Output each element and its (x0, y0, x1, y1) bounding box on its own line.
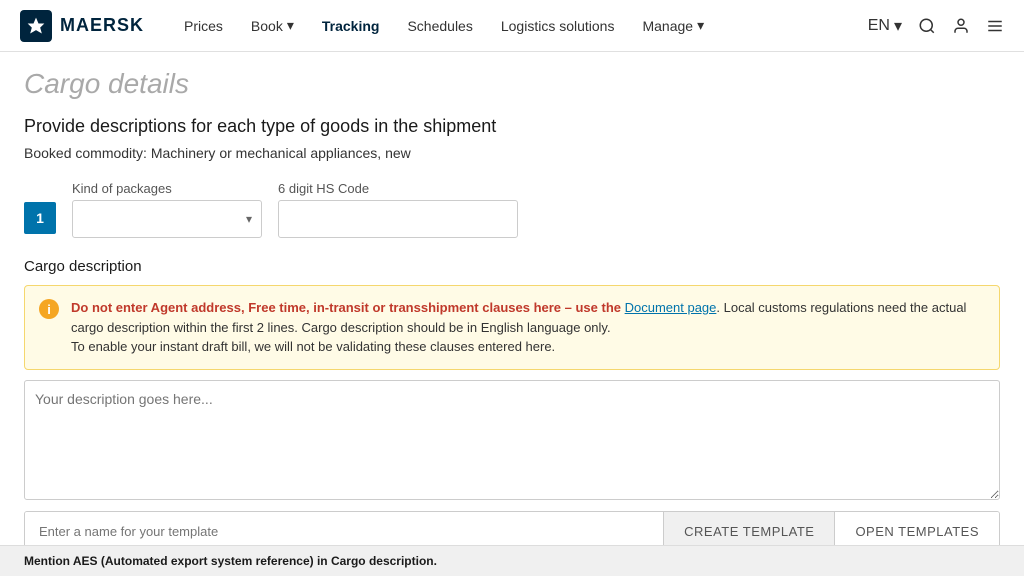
bottom-note: Mention AES (Automated export system ref… (0, 545, 1024, 576)
chevron-down-icon: ▾ (697, 17, 704, 34)
nav-links: Prices Book ▾ Tracking Schedules Logisti… (172, 11, 868, 40)
kind-of-packages-select[interactable] (72, 200, 262, 238)
logo[interactable]: MAERSK (20, 10, 144, 42)
warning-box: i Do not enter Agent address, Free time,… (24, 285, 1000, 370)
nav-right: EN ▾ (868, 16, 1004, 36)
nav-book[interactable]: Book ▾ (239, 11, 306, 40)
nav-tracking[interactable]: Tracking (310, 12, 392, 40)
kind-of-packages-select-wrapper: ▾ (72, 200, 262, 238)
kind-of-packages-field: Kind of packages ▾ (72, 181, 262, 238)
hamburger-menu-button[interactable] (986, 17, 1004, 35)
nav-prices[interactable]: Prices (172, 12, 235, 40)
nav-manage[interactable]: Manage ▾ (630, 11, 716, 40)
user-account-button[interactable] (952, 17, 970, 35)
booked-commodity: Booked commodity: Machinery or mechanica… (24, 145, 1000, 161)
kind-of-packages-label: Kind of packages (72, 181, 262, 196)
warning-bold-text: Do not enter Agent address, Free time, i… (71, 300, 625, 315)
search-button[interactable] (918, 17, 936, 35)
logo-text: MAERSK (60, 15, 144, 36)
page-title: Cargo details (24, 68, 1000, 100)
navbar: MAERSK Prices Book ▾ Tracking Schedules … (0, 0, 1024, 52)
chevron-down-icon: ▾ (287, 17, 294, 34)
warning-text: Do not enter Agent address, Free time, i… (71, 298, 985, 357)
item-number-badge: 1 (24, 202, 56, 234)
nav-logistics[interactable]: Logistics solutions (489, 12, 627, 40)
package-form-row: 1 Kind of packages ▾ 6 digit HS Code (24, 181, 1000, 238)
main-content: Cargo details Provide descriptions for e… (0, 52, 1024, 577)
warning-icon: i (39, 299, 59, 319)
chevron-down-icon: ▾ (894, 16, 902, 36)
cargo-description-textarea[interactable] (24, 380, 1000, 500)
warning-secondary: To enable your instant draft bill, we wi… (71, 339, 555, 354)
subtitle: Provide descriptions for each type of go… (24, 116, 1000, 137)
hs-code-label: 6 digit HS Code (278, 181, 518, 196)
document-page-link[interactable]: Document page (625, 300, 717, 315)
language-selector[interactable]: EN ▾ (868, 16, 902, 36)
nav-schedules[interactable]: Schedules (395, 12, 484, 40)
cargo-description-label: Cargo description (24, 258, 1000, 275)
logo-star-icon (20, 10, 52, 42)
hs-code-field: 6 digit HS Code (278, 181, 518, 238)
hs-code-input[interactable] (278, 200, 518, 238)
